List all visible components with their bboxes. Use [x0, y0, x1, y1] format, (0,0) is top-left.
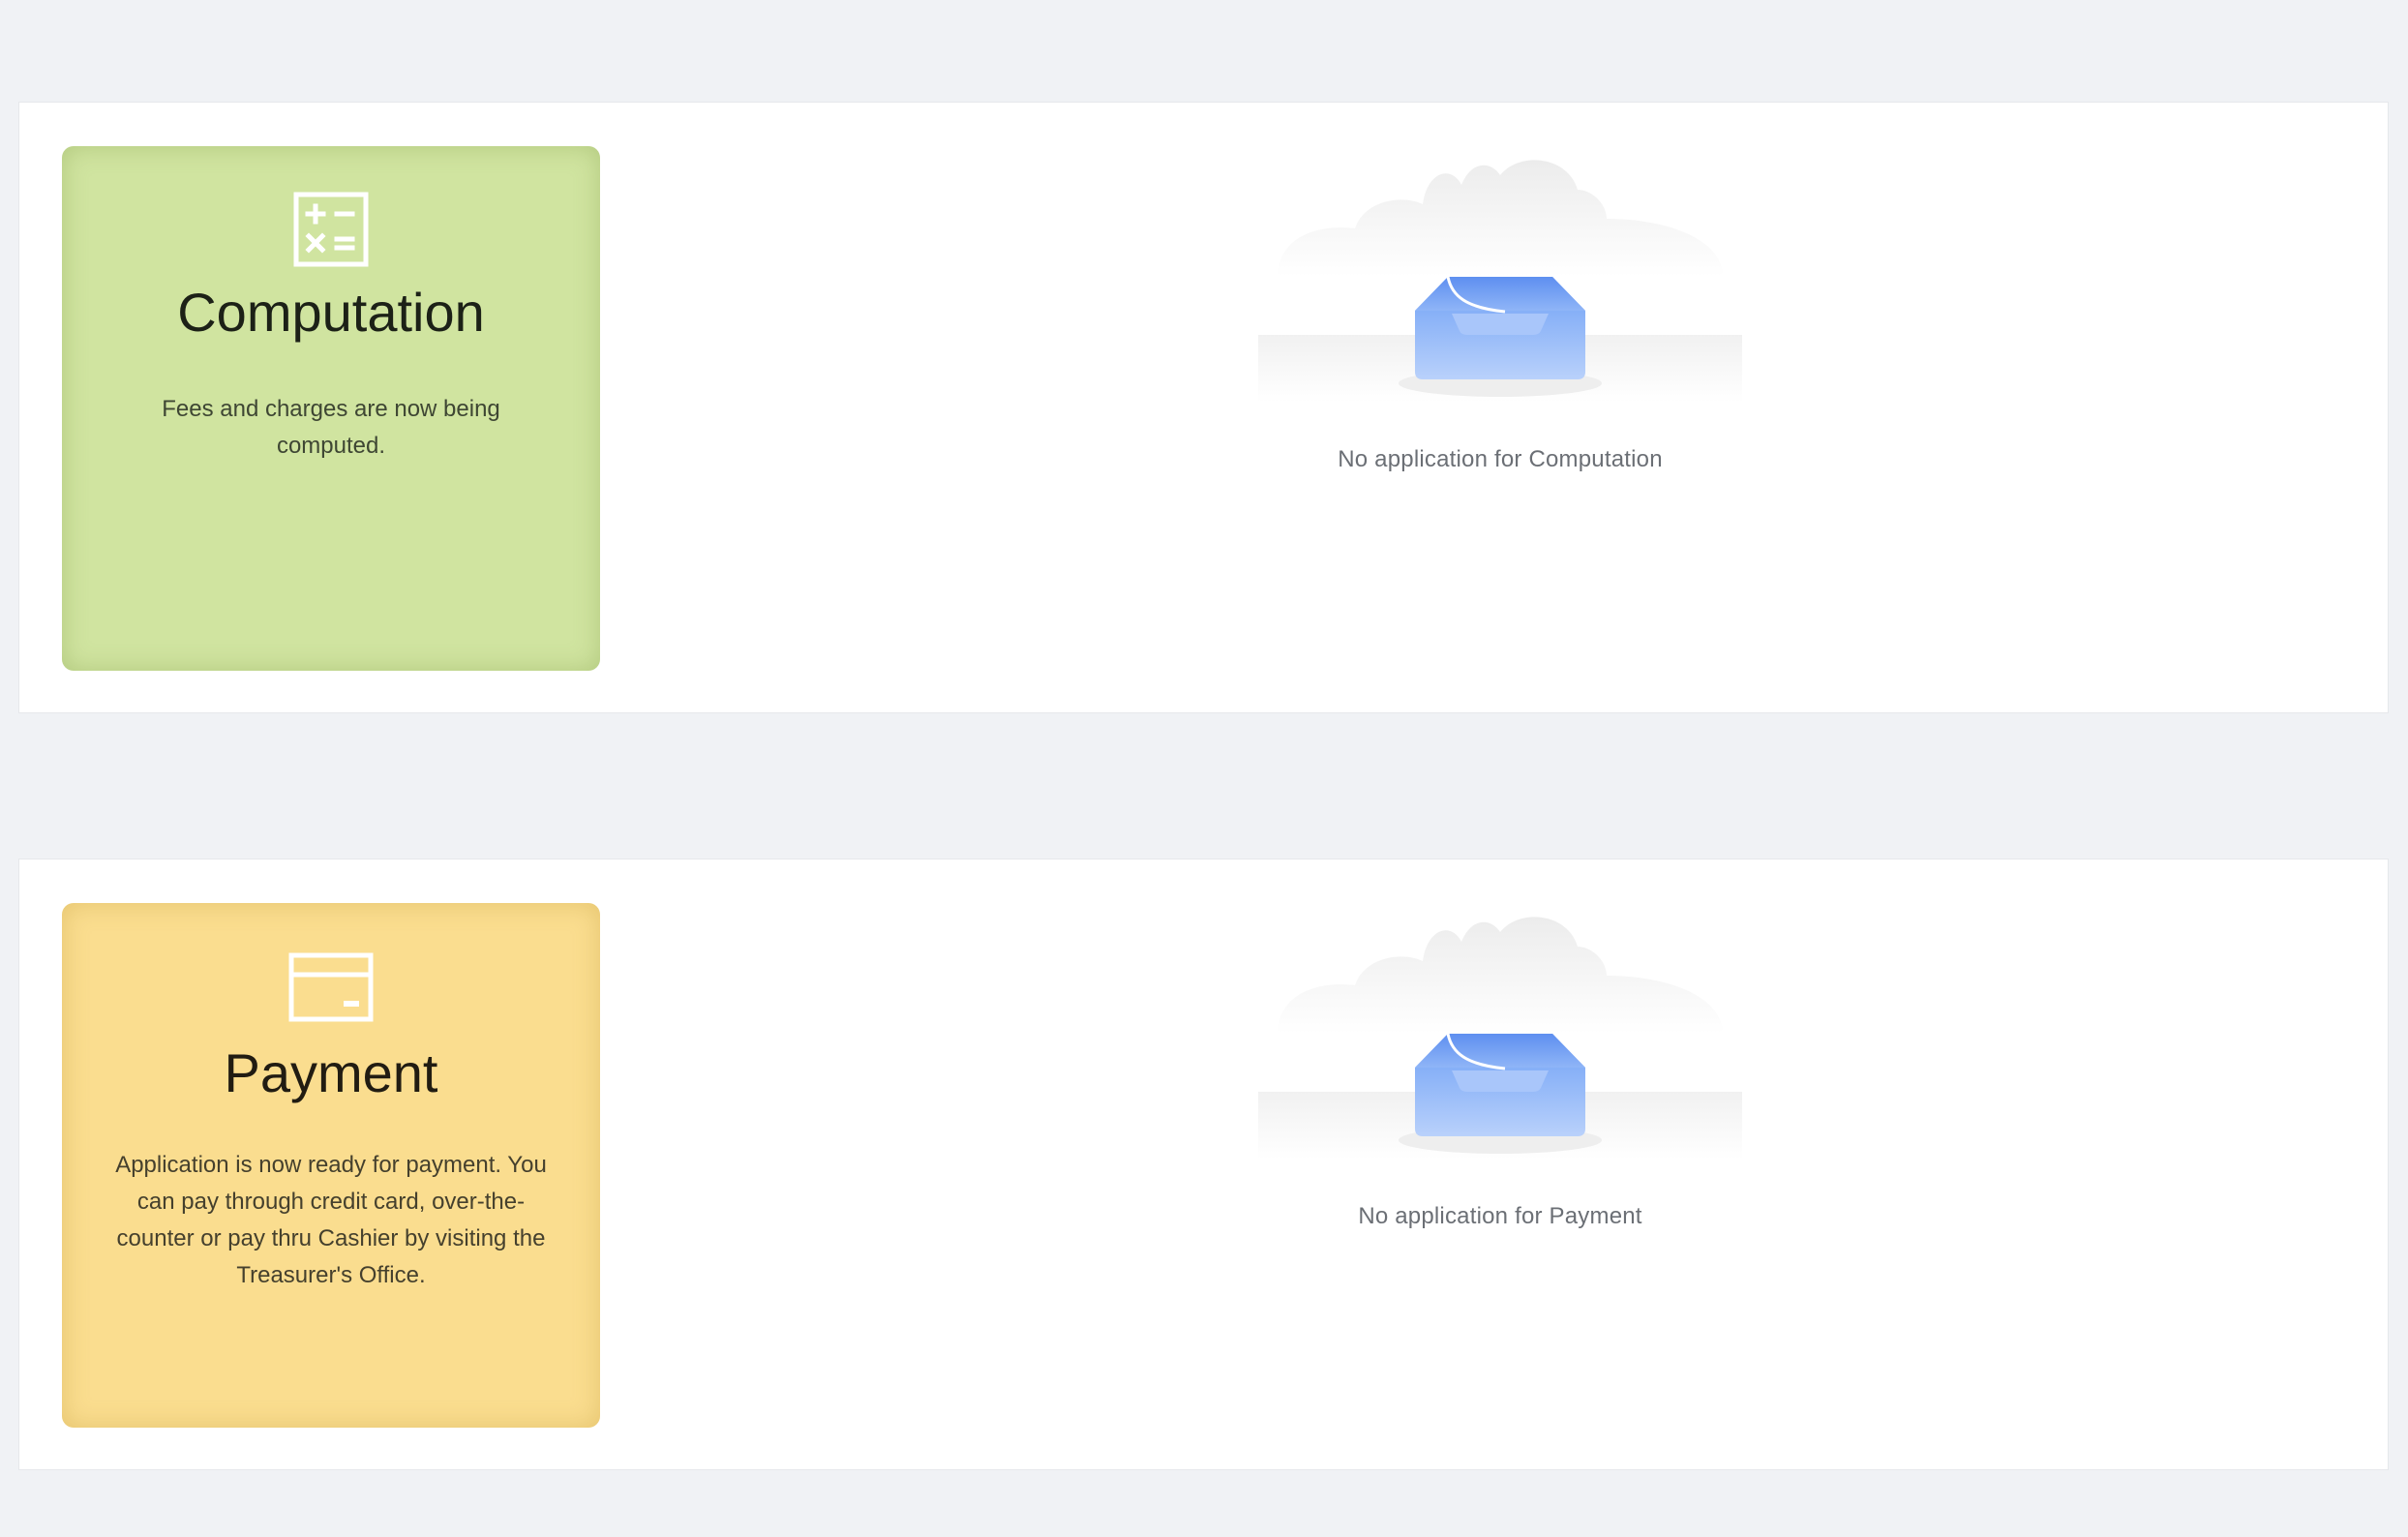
empty-state-message: No application for Computation [1338, 446, 1663, 472]
payment-status-card[interactable]: Payment Application is now ready for pay… [62, 903, 600, 1428]
empty-inbox-icon [1258, 141, 1742, 432]
empty-state-message: No application for Payment [1358, 1203, 1642, 1229]
empty-inbox-icon [1258, 898, 1742, 1189]
credit-card-icon [287, 951, 375, 1023]
empty-state: No application for Computation [1258, 141, 1742, 490]
card-description: Fees and charges are now being computed. [162, 396, 500, 459]
computation-status-card[interactable]: Computation Fees and charges are now bei… [62, 146, 600, 671]
card-title: Payment [224, 1042, 438, 1103]
payment-section: Payment Application is now ready for pay… [18, 859, 2389, 1470]
empty-state: No application for Payment [1258, 898, 1742, 1247]
calculator-icon [292, 191, 370, 268]
card-description: Application is now ready for payment. Yo… [115, 1152, 547, 1288]
computation-section: Computation Fees and charges are now bei… [18, 102, 2389, 713]
card-title: Computation [177, 282, 485, 343]
